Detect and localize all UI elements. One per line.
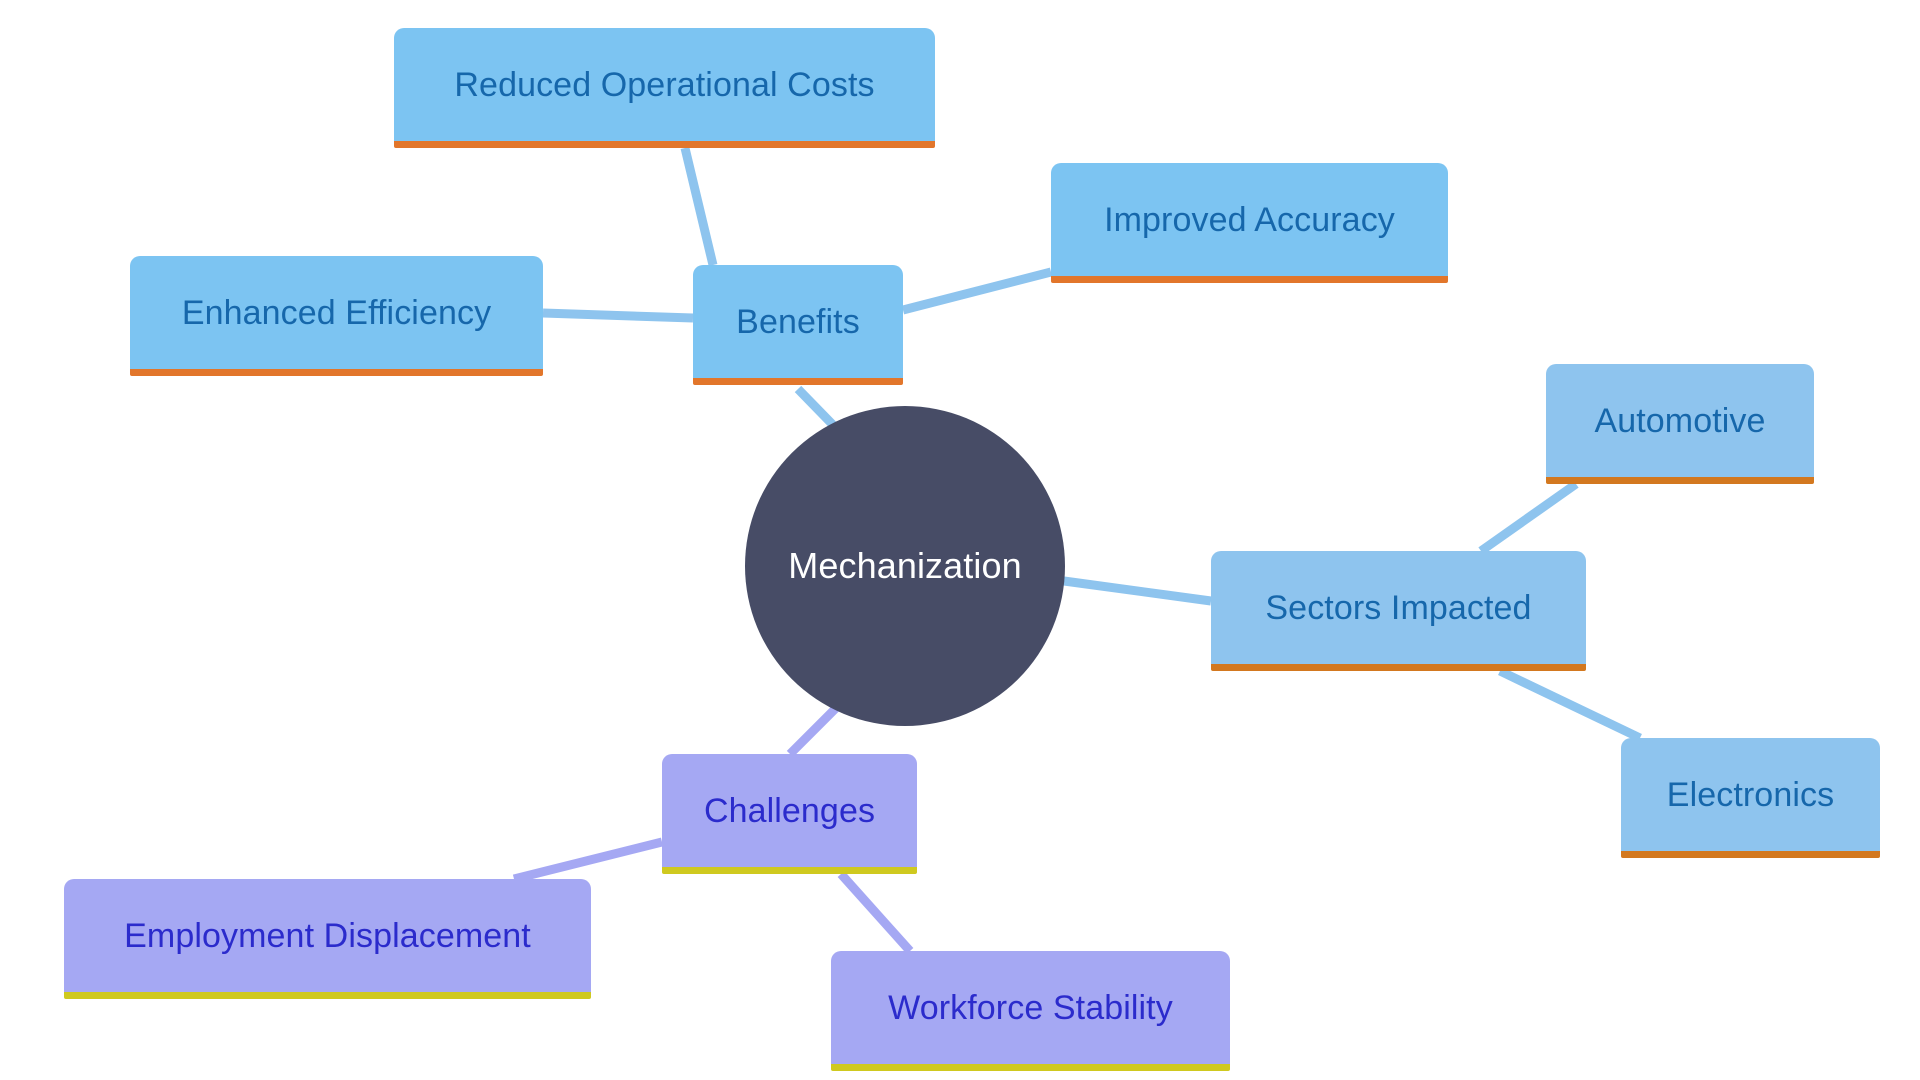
edge-sectors-automotive [1478, 480, 1579, 555]
node-label-employment-displacement: Employment Displacement [124, 916, 531, 955]
node-benefits[interactable]: Benefits [693, 265, 903, 385]
node-electronics[interactable]: Electronics [1621, 738, 1880, 858]
node-workforce-stability[interactable]: Workforce Stability [831, 951, 1230, 1071]
node-enhanced-efficiency[interactable]: Enhanced Efficiency [130, 256, 543, 376]
edge-root-benefits [794, 385, 838, 430]
node-employment-displacement[interactable]: Employment Displacement [64, 879, 591, 999]
node-label-enhanced-efficiency: Enhanced Efficiency [181, 293, 492, 332]
node-label-electronics: Electronics [1666, 775, 1835, 814]
node-label-benefits: Benefits [736, 302, 860, 341]
root-node-mechanization[interactable]: Mechanization [745, 406, 1065, 726]
node-label-improved-accuracy: Improved Accuracy [1104, 200, 1395, 239]
edge-sectors-electronics [1498, 666, 1642, 743]
node-label-challenges: Challenges [703, 791, 876, 830]
edge-challenges-employment [512, 837, 664, 884]
node-label-reduced-operational-costs: Reduced Operational Costs [454, 65, 875, 104]
root-node-label: Mechanization [788, 545, 1022, 586]
edge-challenges-workforce [837, 870, 914, 955]
node-label-sectors-impacted: Sectors Impacted [1265, 588, 1532, 627]
mind-map-canvas: Mechanization Reduced Operational Costs Im… [0, 0, 1920, 1080]
node-challenges[interactable]: Challenges [662, 754, 917, 874]
edge-root-challenges [786, 702, 842, 758]
node-reduced-operational-costs[interactable]: Reduced Operational Costs [394, 28, 935, 148]
node-label-workforce-stability: Workforce Stability [888, 988, 1173, 1027]
node-improved-accuracy[interactable]: Improved Accuracy [1051, 163, 1448, 283]
edge-benefits-costs [680, 146, 718, 267]
edge-root-sectors [1063, 576, 1212, 606]
node-label-automotive: Automotive [1594, 401, 1766, 440]
node-automotive[interactable]: Automotive [1546, 364, 1814, 484]
node-sectors-impacted[interactable]: Sectors Impacted [1211, 551, 1586, 671]
edge-benefits-efficiency [542, 308, 694, 323]
edge-benefits-accuracy [901, 267, 1053, 315]
